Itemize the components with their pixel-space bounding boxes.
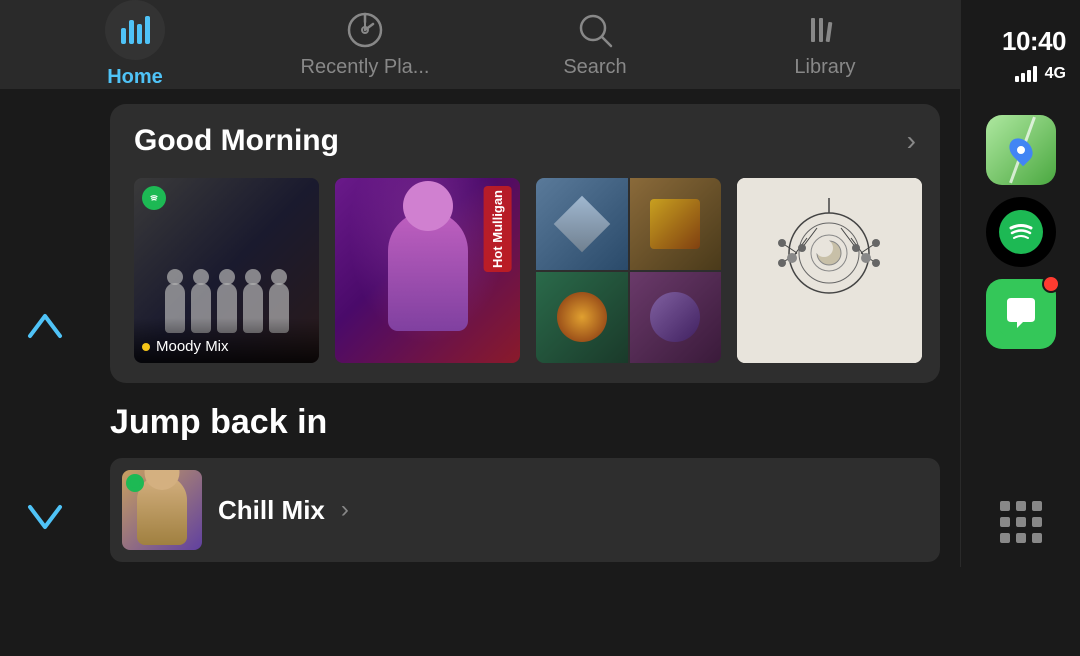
bar-3 [1027,70,1031,82]
good-morning-title: Good Morning [134,124,339,158]
hot-mulligan-text: Hot Mulligan [484,186,512,272]
moody-mix-text: Moody Mix [156,338,229,355]
library-icon [805,10,845,50]
signal-row: 4G [1015,65,1066,83]
circle-art [557,292,607,342]
chill-figure [137,475,187,545]
signal-bars [1015,66,1037,82]
album-row: Moody Mix Hot Mulligan [134,178,916,363]
status-bar: 10:40 4G [961,0,1080,105]
good-morning-section: Good Morning › [110,104,940,383]
good-morning-header: Good Morning › [134,124,916,158]
moody-mix-label: Moody Mix [134,318,319,363]
maps-app-icon[interactable] [986,115,1056,185]
sketch-art [737,178,922,363]
messages-badge [1042,275,1060,293]
jump-back-section: Jump back in Chill Mix › [110,403,940,572]
time-display: 10:40 [1002,26,1066,57]
app-grid-button[interactable] [992,493,1050,551]
dot-8 [1016,533,1026,543]
album-hot-mulligan[interactable]: Hot Mulligan [335,178,520,363]
search-icon [575,10,615,50]
dot-2 [1016,501,1026,511]
album-sketch[interactable] [737,178,922,363]
app-icons-list [986,105,1056,493]
content-area: Good Morning › [90,89,960,587]
dot-5 [1016,517,1026,527]
recent-icon [345,10,385,50]
bar-4 [1033,66,1037,82]
nav-library-label: Library [794,56,855,79]
grid-art-2 [630,178,722,270]
map-pin [1004,134,1037,167]
spotify-badge-chill [126,474,144,492]
nav-bar: Home Recently Pla... Search [0,0,960,89]
dot-3 [1032,501,1042,511]
main-content: Home Recently Pla... Search [0,0,960,567]
home-icon [105,0,165,60]
messages-logo [999,292,1043,336]
spotify-logo [999,210,1043,254]
right-sidebar: 10:40 4G [960,0,1080,567]
chill-mix-arrow: › [341,496,349,524]
dot-7 [1000,533,1010,543]
nav-search[interactable]: Search [480,0,710,89]
network-label: 4G [1045,65,1066,83]
grid-art-4 [630,272,722,364]
grid-art-1 [536,178,628,270]
bar-2 [1021,73,1025,82]
hm-figure-art [388,211,468,331]
chill-mix-card[interactable]: Chill Mix › [110,458,940,562]
moody-dot [142,343,150,351]
album-multi[interactable] [536,178,721,363]
spotify-badge-moody [142,186,166,210]
dot-6 [1032,517,1042,527]
bar-1 [1015,76,1019,82]
nav-library[interactable]: Library [710,0,940,89]
chill-mix-art [122,470,202,550]
chill-mix-title: Chill Mix [218,495,325,526]
album-moody-mix[interactable]: Moody Mix [134,178,319,363]
nav-home[interactable]: Home [20,0,250,89]
diamond-art [553,195,610,252]
dot-1 [1000,501,1010,511]
scroll-controls [0,194,90,656]
spotify-app-icon[interactable] [986,197,1056,267]
sketch-svg [737,178,922,363]
dot-4 [1000,517,1010,527]
jump-back-title: Jump back in [110,403,940,442]
nav-search-label: Search [563,56,626,79]
nav-home-label: Home [107,66,163,89]
app-grid-dots [992,493,1050,551]
dot-9 [1032,533,1042,543]
good-morning-arrow[interactable]: › [907,125,916,157]
scroll-up-button[interactable] [20,306,70,353]
scroll-down-button[interactable] [20,497,70,544]
nav-recently-played[interactable]: Recently Pla... [250,0,480,89]
nav-recently-label: Recently Pla... [301,56,430,79]
grid-art-3 [536,272,628,364]
messages-app-icon[interactable] [986,279,1056,349]
